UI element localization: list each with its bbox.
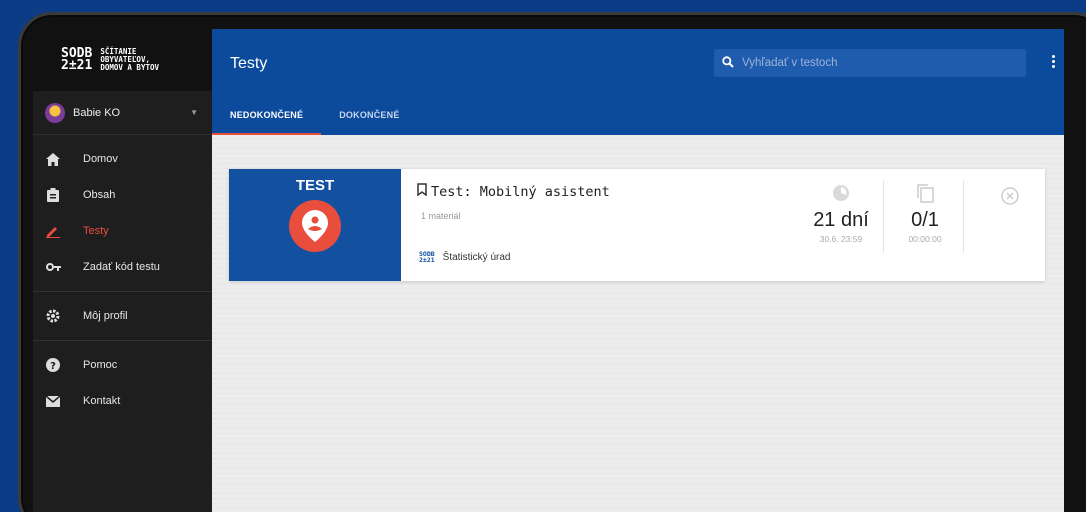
nav-group-help: ? Pomoc Kontakt: [33, 341, 212, 425]
card-title[interactable]: Test: Mobilný asistent: [417, 183, 610, 200]
brand-logo[interactable]: SODB 2±21 SČÍTANIE OBYVATEĽOV, DOMOV A B…: [33, 29, 212, 91]
test-title: Test: Mobilný asistent: [431, 183, 610, 200]
search-input[interactable]: [742, 57, 1012, 69]
sidebar-item-pomoc[interactable]: ? Pomoc: [33, 347, 212, 383]
tab-dokoncene[interactable]: DOKONČENÉ: [321, 95, 417, 135]
page-title: Testy: [230, 55, 268, 72]
attempts-time: 00:00:00: [908, 234, 942, 244]
card-body: Test: Mobilný asistent 1 materiál SODB 2…: [401, 169, 1045, 281]
tab-bar: NEDOKONČENÉ DOKONČENÉ: [212, 95, 418, 135]
user-name: Babie KO: [73, 106, 121, 119]
sidebar-item-label: Testy: [83, 225, 109, 237]
sidebar-item-zadat-kod[interactable]: Zadať kód testu: [33, 249, 212, 285]
bookmark-icon[interactable]: [417, 183, 427, 200]
attempts-stat: 0/1 00:00:00: [885, 181, 965, 253]
brand-text: SČÍTANIE OBYVATEĽOV, DOMOV A BYTOV: [100, 47, 160, 72]
divider: [963, 181, 964, 253]
clipboard-icon: [45, 187, 61, 203]
sodb-logo: SODB 2±21: [61, 46, 93, 73]
content-area: TEST Test: Mobilný asistent 1 materiál S…: [212, 135, 1064, 512]
search-icon: [722, 55, 734, 71]
sidebar-item-kontakt[interactable]: Kontakt: [33, 383, 212, 419]
pencil-icon: [45, 223, 61, 239]
nav-group-profile: Môj profil: [33, 292, 212, 341]
copy-icon: [885, 181, 965, 205]
deadline-stat: 21 dní 30.6. 23:59: [801, 181, 881, 253]
material-count: 1 materiál: [421, 211, 461, 221]
thumbnail-label: TEST: [295, 177, 335, 194]
org-name: Štatistický úrad: [442, 251, 511, 263]
divider: [883, 181, 884, 253]
sidebar-item-testy[interactable]: Testy: [33, 213, 212, 249]
home-icon: [45, 151, 61, 167]
gear-icon: [45, 308, 61, 324]
app-screen: SODB 2±21 SČÍTANIE OBYVATEĽOV, DOMOV A B…: [33, 29, 1064, 512]
sidebar-item-obsah[interactable]: Obsah: [33, 177, 212, 213]
user-menu[interactable]: Babie KO ▼: [33, 91, 212, 135]
close-icon[interactable]: [1001, 187, 1019, 210]
avatar: [45, 102, 65, 123]
test-card[interactable]: TEST Test: Mobilný asistent 1 materiál S…: [229, 169, 1045, 281]
sidebar-item-label: Kontakt: [83, 395, 121, 407]
sidebar-item-label: Môj profil: [83, 310, 128, 322]
topbar: Testy NEDOKONČENÉ DOKONČENÉ: [212, 29, 1064, 135]
timer-icon: [801, 181, 881, 205]
attempts-count: 0/1: [911, 209, 939, 231]
more-vert-icon[interactable]: [1052, 55, 1056, 68]
search-box[interactable]: [714, 49, 1026, 77]
deadline-date: 30.6. 23:59: [819, 234, 863, 244]
mail-icon: [45, 393, 61, 409]
sidebar-item-moj-profil[interactable]: Môj profil: [33, 298, 212, 334]
nav-group-main: Domov Obsah Testy Zadať kód testu: [33, 135, 212, 292]
help-icon: ?: [45, 357, 61, 373]
sidebar: SODB 2±21 SČÍTANIE OBYVATEĽOV, DOMOV A B…: [33, 29, 212, 512]
sidebar-item-label: Obsah: [83, 189, 116, 201]
key-icon: [45, 259, 61, 275]
days-remaining: 21 dní: [813, 209, 869, 231]
test-thumbnail: TEST: [229, 169, 401, 281]
sidebar-item-label: Zadať kód testu: [83, 261, 160, 273]
location-pin-icon: [289, 200, 341, 252]
svg-text:?: ?: [50, 361, 56, 372]
sidebar-item-domov[interactable]: Domov: [33, 141, 212, 177]
caret-down-icon: ▼: [190, 108, 198, 117]
sidebar-item-label: Pomoc: [83, 359, 118, 371]
organization: SODB 2±21 Štatistický úrad: [419, 250, 511, 264]
tab-nedokoncene[interactable]: NEDOKONČENÉ: [212, 95, 322, 135]
org-logo: SODB 2±21: [419, 250, 435, 264]
sidebar-item-label: Domov: [83, 153, 118, 165]
